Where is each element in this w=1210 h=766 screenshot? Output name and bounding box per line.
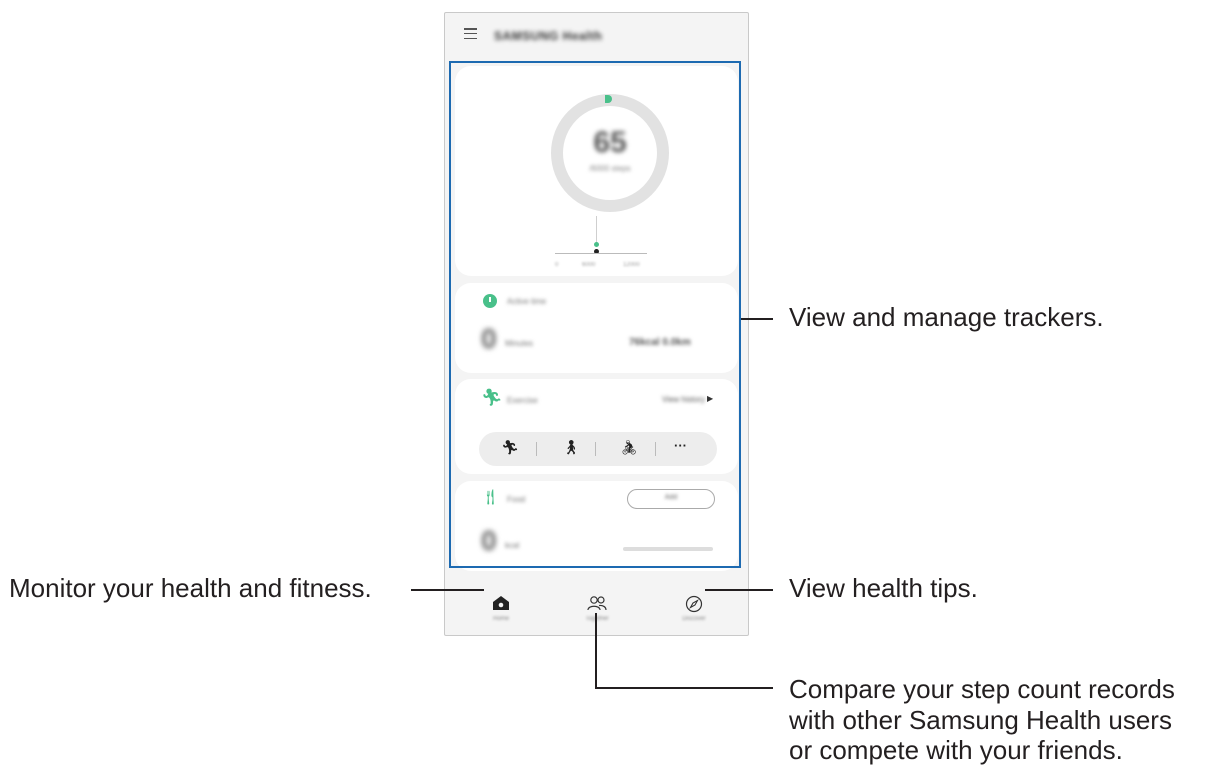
nav-together-label: Together [567,616,627,622]
more-exercises-icon[interactable]: ··· [674,438,687,453]
active-time-unit: Minutes [505,339,534,348]
exercise-shortcuts: 🏃︎ 🚶︎ 🚴︎ ··· [479,432,717,466]
walking-icon[interactable]: 🚶︎ [557,439,585,456]
steps-count: 65 [593,126,627,159]
divider [655,442,656,456]
nav-together[interactable] [567,595,627,616]
divider [595,442,596,456]
app-title: SAMSUNG Health [494,29,603,43]
exercise-card[interactable]: 🏃︎ Exercise View history ▶ 🏃︎ 🚶︎ 🚴︎ ··· [455,379,738,474]
home-icon [493,596,509,610]
nav-home[interactable] [471,595,531,616]
phone-screen: SAMSUNG Health 65 /6000 steps 0 6000 120… [444,12,749,636]
callout-line-tips [705,589,773,591]
callout-line-home [411,589,484,591]
nav-home-label: Home [492,616,509,622]
steps-graph-axis [555,253,647,254]
fork-knife-icon: 🍴︎ [481,489,501,506]
steps-goal-label: /6000 steps [589,164,631,173]
cycling-icon[interactable]: 🚴︎ [615,439,643,456]
food-value: 0 [481,525,497,556]
callout-together-line2: with other Samsung Health users [789,705,1172,735]
running-figure-icon: 🏃︎ [481,388,503,407]
running-icon[interactable]: 🏃︎ [496,439,524,456]
callout-tips: View health tips. [789,573,978,603]
nav-discover[interactable] [664,595,724,618]
callout-trackers: View and manage trackers. [789,302,1104,332]
food-record-label: Add [664,494,678,501]
tick-label: 12000 [623,262,640,268]
compass-icon [685,595,703,613]
tick-label: 0 [555,262,559,268]
food-progress-bar [623,547,713,551]
food-record-button[interactable]: Add [627,489,715,509]
callout-line-trackers [741,318,773,320]
divider [536,442,537,456]
food-unit: kcal [505,541,520,550]
app-bar: SAMSUNG Health [445,13,748,61]
callout-line-together-horizontal [595,687,773,689]
steps-graph-current-dot [594,242,599,247]
callout-line-together-vertical [595,613,597,689]
food-title: Food [507,495,526,504]
callout-home: Monitor your health and fitness. [9,573,372,603]
callout-together-line3: or compete with your friends. [789,735,1123,765]
callout-together-line1: Compare your step count records [789,674,1175,704]
nav-discover-label: Discover [682,616,706,622]
active-time-title: Active time [507,297,547,306]
food-card[interactable]: 🍴︎ Food Add 0 kcal [455,481,738,571]
exercise-title: Exercise [507,396,538,405]
steps-graph-ticks: 0 6000 12000 [555,262,655,268]
people-icon [587,596,607,611]
active-time-card[interactable]: Active time 0 Minutes 76kcal 0.0km [455,283,738,373]
active-time-value: 0 [481,323,497,354]
active-time-stats: 76kcal 0.0km [629,337,691,348]
play-arrow-icon[interactable]: ▶ [707,394,713,403]
steps-card[interactable]: 65 /6000 steps 0 6000 12000 [455,66,738,276]
menu-icon[interactable] [464,28,477,40]
clock-icon [483,294,497,308]
tick-label: 6000 [582,262,596,268]
view-history-link[interactable]: View history [662,395,705,404]
